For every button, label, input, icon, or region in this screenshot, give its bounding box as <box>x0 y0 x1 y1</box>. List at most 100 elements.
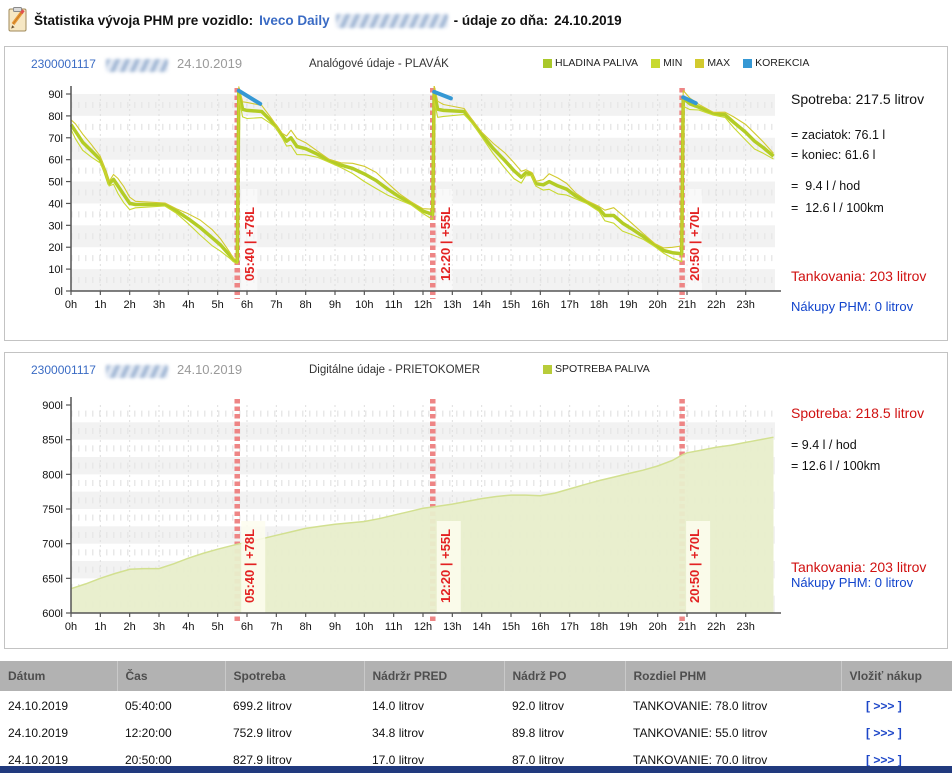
svg-text:18h: 18h <box>590 299 608 311</box>
svg-text:10h: 10h <box>355 299 373 311</box>
svg-text:20l: 20l <box>48 242 63 254</box>
redacted-vehicle-plate <box>106 365 168 378</box>
svg-text:14h: 14h <box>472 299 490 311</box>
svg-text:4h: 4h <box>182 299 194 311</box>
stat-line: Nákupy PHM: 0 litrov <box>791 575 946 590</box>
flowmeter-chart-panel: 2300001117 24.10.2019 Digitálne údaje - … <box>4 352 948 649</box>
table-cell: 699.2 litrov <box>225 691 364 718</box>
svg-text:05:40 | +78L: 05:40 | +78L <box>242 207 257 281</box>
svg-text:850l: 850l <box>42 435 63 447</box>
svg-text:11h: 11h <box>385 299 403 311</box>
page-title-suffix: - údaje zo dňa: <box>454 13 549 28</box>
vehicle-name: Iveco Daily <box>259 13 330 28</box>
insert-purchase-link[interactable]: [ >>> ] <box>866 699 902 713</box>
redacted-vehicle-plate <box>106 59 168 72</box>
svg-text:3h: 3h <box>153 299 165 311</box>
svg-text:22h: 22h <box>707 299 725 311</box>
svg-text:21h: 21h <box>678 621 696 633</box>
analog-chart-panel: 2300001117 24.10.2019 Analógové údaje - … <box>4 46 948 341</box>
insert-purchase-link[interactable]: [ >>> ] <box>866 753 902 767</box>
svg-text:80l: 80l <box>48 111 63 123</box>
stat-line: Tankovania: 203 litrov <box>791 268 946 284</box>
chart-legend: SPOTREBA PALIVA <box>543 363 650 375</box>
table-header-cell: Dátum <box>0 661 117 691</box>
svg-text:800l: 800l <box>42 469 63 481</box>
table-row: 24.10.201905:40:00699.2 litrov14.0 litro… <box>0 691 952 718</box>
table-header-cell: Spotreba <box>225 661 364 691</box>
svg-text:600l: 600l <box>42 608 63 620</box>
legend-item: SPOTREBA PALIVA <box>543 363 650 375</box>
svg-text:0h: 0h <box>65 299 77 311</box>
table-cell: 752.9 litrov <box>225 718 364 745</box>
table-cell: 24.10.2019 <box>0 691 117 718</box>
svg-text:11h: 11h <box>385 621 403 633</box>
svg-text:0h: 0h <box>65 621 77 633</box>
redacted-vehicle-plate <box>336 14 448 28</box>
svg-text:0l: 0l <box>54 286 63 298</box>
svg-text:15h: 15h <box>502 621 520 633</box>
page-header: Štatistika vývoja PHM pre vozidlo: Iveco… <box>0 0 952 44</box>
svg-text:8h: 8h <box>300 299 312 311</box>
svg-text:05:40 | +78L: 05:40 | +78L <box>242 529 257 603</box>
legend-swatch-icon <box>651 59 660 68</box>
insert-purchase-link[interactable]: [ >>> ] <box>866 726 902 740</box>
table-cell: 34.8 litrov <box>364 718 504 745</box>
legend-label: HLADINA PALIVA <box>555 57 638 69</box>
svg-text:2h: 2h <box>124 299 136 311</box>
svg-text:20h: 20h <box>648 299 666 311</box>
svg-text:14h: 14h <box>472 621 490 633</box>
device-id-link[interactable]: 2300001117 <box>31 57 96 71</box>
stat-line: Spotreba: 218.5 litrov <box>791 405 946 421</box>
legend-item: MAX <box>695 57 730 69</box>
flowmeter-chart: 05:40 | +78L12:20 | +55L20:50 | +70L600l… <box>29 387 795 649</box>
svg-text:19h: 19h <box>619 299 637 311</box>
svg-text:60l: 60l <box>48 155 63 167</box>
refuel-table-wrap: DátumČasSpotrebaNádržr PREDNádrž PORozdi… <box>0 661 952 772</box>
svg-text:13h: 13h <box>443 299 461 311</box>
svg-text:12h: 12h <box>414 621 432 633</box>
svg-text:7h: 7h <box>270 299 282 311</box>
svg-text:16h: 16h <box>531 299 549 311</box>
svg-text:17h: 17h <box>560 299 578 311</box>
clipboard-pencil-icon <box>8 7 30 33</box>
svg-text:70l: 70l <box>48 133 63 145</box>
table-cell: TANKOVANIE: 55.0 litrov <box>625 718 841 745</box>
stat-line: = koniec: 61.6 l <box>791 148 946 162</box>
svg-text:23h: 23h <box>736 299 754 311</box>
table-header-row: DátumČasSpotrebaNádržr PREDNádrž PORozdi… <box>0 661 952 691</box>
svg-text:30l: 30l <box>48 220 63 232</box>
svg-text:650l: 650l <box>42 573 63 585</box>
svg-text:700l: 700l <box>42 539 63 551</box>
stat-line: = 12.6 l / 100km <box>791 201 946 215</box>
svg-text:90l: 90l <box>48 89 63 101</box>
legend-label: MAX <box>707 57 730 69</box>
svg-text:10l: 10l <box>48 264 63 276</box>
page-title: Štatistika vývoja PHM pre vozidlo: Iveco… <box>34 13 622 28</box>
svg-text:18h: 18h <box>590 621 608 633</box>
svg-text:20:50 | +70L: 20:50 | +70L <box>687 529 702 603</box>
table-header-cell: Rozdiel PHM <box>625 661 841 691</box>
table-cell: 14.0 litrov <box>364 691 504 718</box>
svg-text:13h: 13h <box>443 621 461 633</box>
flowmeter-stats-panel: Spotreba: 218.5 litrov= 9.4 l / hod= 12.… <box>791 405 946 590</box>
legend-swatch-icon <box>543 59 552 68</box>
device-id-link[interactable]: 2300001117 <box>31 363 96 377</box>
svg-text:6h: 6h <box>241 299 253 311</box>
stat-line: = 9.4 l / hod <box>791 438 946 452</box>
svg-text:900l: 900l <box>42 400 63 412</box>
legend-swatch-icon <box>543 365 552 374</box>
svg-text:19h: 19h <box>619 621 637 633</box>
svg-text:22h: 22h <box>707 621 725 633</box>
chart-legend: HLADINA PALIVAMINMAXKOREKCIA <box>543 57 809 69</box>
table-cell: 12:20:00 <box>117 718 225 745</box>
svg-text:17h: 17h <box>560 621 578 633</box>
svg-text:20:50 | +70L: 20:50 | +70L <box>687 207 702 281</box>
legend-label: KOREKCIA <box>755 57 809 69</box>
svg-text:2h: 2h <box>124 621 136 633</box>
svg-text:40l: 40l <box>48 198 63 210</box>
svg-text:21h: 21h <box>678 299 696 311</box>
svg-text:3h: 3h <box>153 621 165 633</box>
svg-text:12:20 | +55L: 12:20 | +55L <box>438 207 453 281</box>
stat-line: Tankovania: 203 litrov <box>791 559 946 575</box>
table-cell: 92.0 litrov <box>504 691 625 718</box>
